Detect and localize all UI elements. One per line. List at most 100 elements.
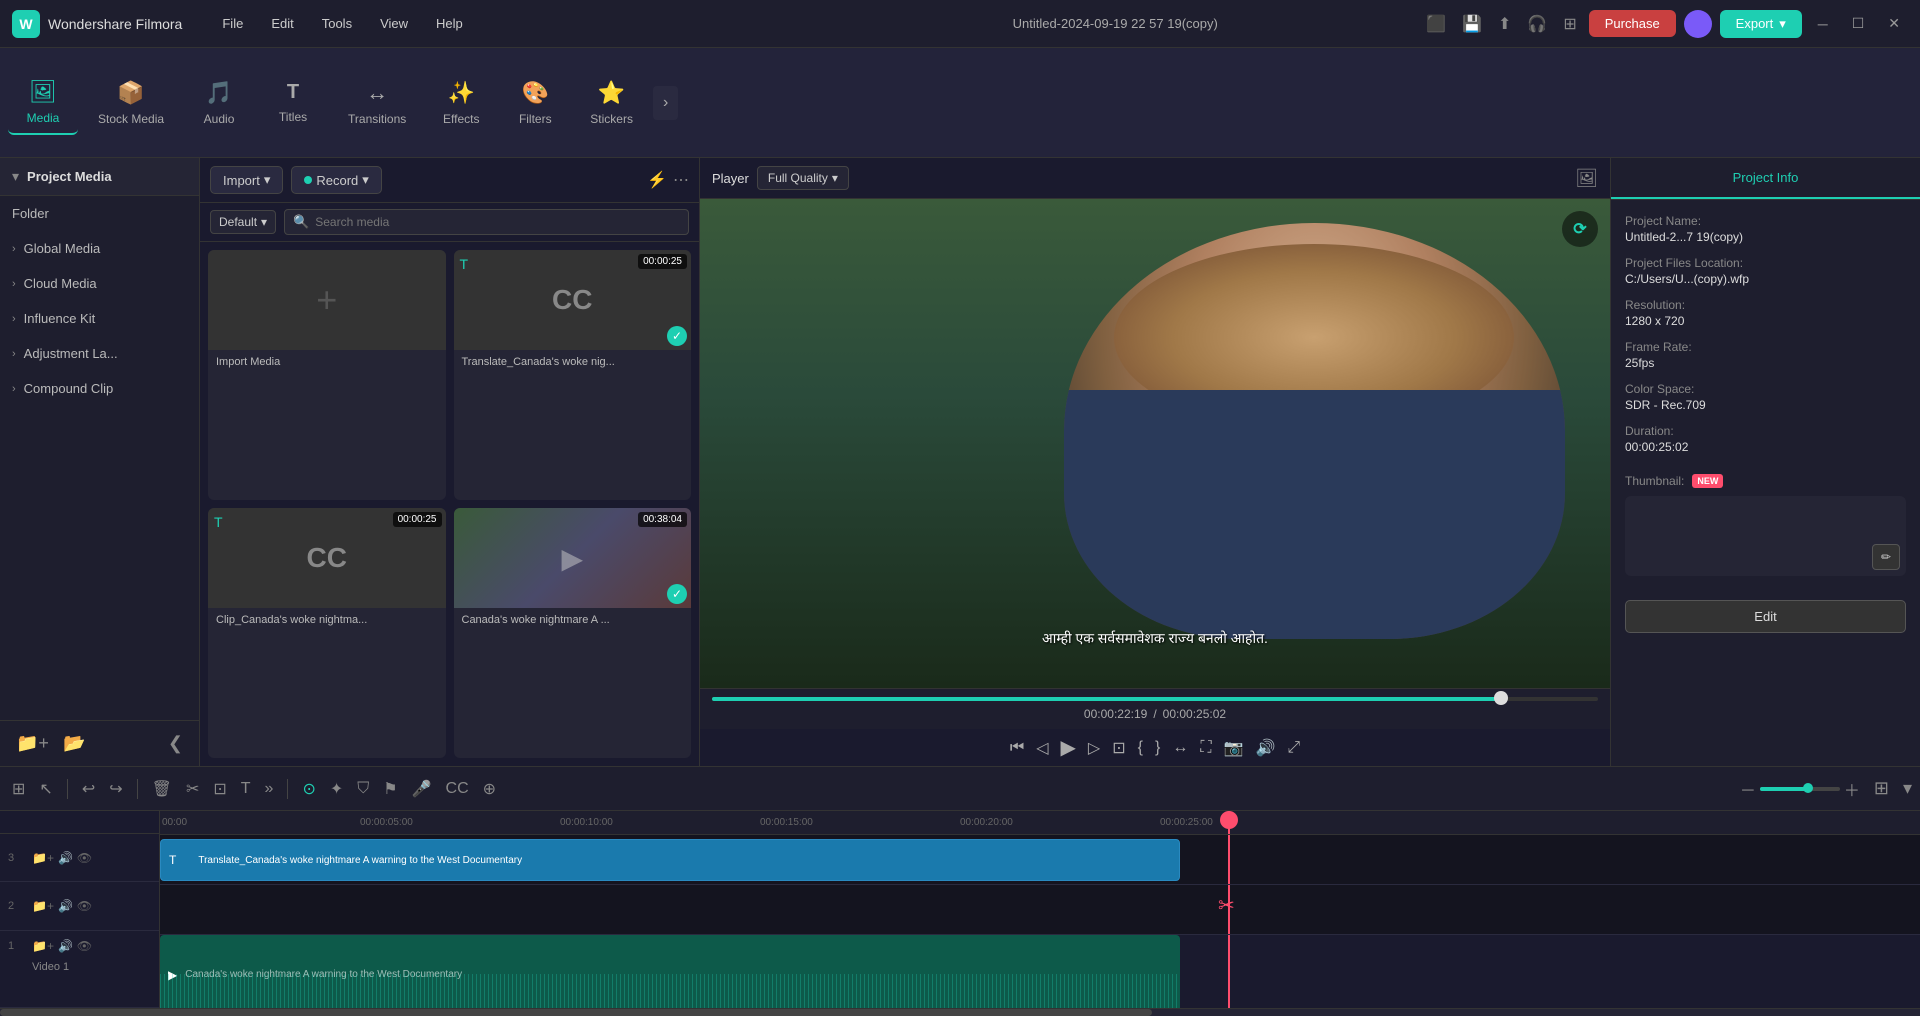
filter-icon[interactable]: ⚡ xyxy=(647,170,667,190)
track-visibility-button-1[interactable]: 👁 xyxy=(77,939,92,953)
track-volume-button-2[interactable]: 🔊 xyxy=(58,899,73,913)
new-folder-button[interactable]: 📂 xyxy=(59,729,89,758)
cut-button[interactable]: ✂ xyxy=(182,775,203,803)
video-clip[interactable]: ▶ Canada's woke nightmare A warning to t… xyxy=(160,935,1180,1008)
headphones-icon[interactable]: 🎧 xyxy=(1523,10,1551,38)
minimize-button[interactable]: ─ xyxy=(1810,12,1836,36)
undo-button[interactable]: ↩ xyxy=(78,775,99,803)
sidebar-item-adjustment[interactable]: › Adjustment La... xyxy=(0,336,199,371)
user-avatar[interactable] xyxy=(1684,10,1712,38)
tab-project-info[interactable]: Project Info xyxy=(1611,158,1920,199)
rewind-button[interactable]: ⏮ xyxy=(1010,739,1024,757)
save-project-icon[interactable]: 💾 xyxy=(1458,10,1486,38)
thumbnail-edit-button[interactable]: ✏ xyxy=(1872,544,1900,570)
sidebar-item-cloud-media[interactable]: › Cloud Media xyxy=(0,266,199,301)
toolbar-stock-media[interactable]: 📦 Stock Media xyxy=(82,72,180,134)
quality-select[interactable]: Full Quality ▾ xyxy=(757,166,849,190)
sidebar-item-folder[interactable]: Folder xyxy=(0,196,199,231)
track-visibility-button-2[interactable]: 👁 xyxy=(77,899,92,913)
toolbar-audio[interactable]: 🎵 Audio xyxy=(184,72,254,134)
green-screen-button[interactable]: ⊙ xyxy=(298,775,319,803)
toolbar-stickers[interactable]: ⭐ Stickers xyxy=(574,72,649,134)
sidebar-item-influence-kit[interactable]: › Influence Kit xyxy=(0,301,199,336)
play-pause-button[interactable]: ▶ xyxy=(1061,735,1076,760)
stickers-icon: ⭐ xyxy=(598,80,625,106)
motion-blend-button[interactable]: ✦ xyxy=(326,775,347,803)
menu-tools[interactable]: Tools xyxy=(310,12,364,35)
grid-apps-icon[interactable]: ⊞ xyxy=(1559,10,1580,38)
add-folder-button[interactable]: 📁+ xyxy=(12,729,53,758)
track-add-button-1[interactable]: 📁+ xyxy=(32,939,54,953)
menu-edit[interactable]: Edit xyxy=(259,12,305,35)
mic-button[interactable]: 🎤 xyxy=(408,775,436,803)
export-button[interactable]: Export ▾ xyxy=(1720,10,1802,38)
track-volume-button-1[interactable]: 🔊 xyxy=(58,939,73,953)
list-item[interactable]: 00:00:25 T CC Clip_Canada's woke nightma… xyxy=(208,508,446,758)
maximize-button[interactable]: ☐ xyxy=(1844,11,1873,36)
merge-button[interactable]: ⊕ xyxy=(479,775,500,803)
text-button[interactable]: T xyxy=(237,776,255,802)
captions-button[interactable]: CC xyxy=(442,776,473,802)
zoom-in-button[interactable]: ＋ xyxy=(1844,777,1860,801)
menu-view[interactable]: View xyxy=(368,12,420,35)
mark-out-button[interactable]: } xyxy=(1155,739,1160,757)
step-forward-button[interactable]: ▷ xyxy=(1088,738,1100,758)
volume-button[interactable]: 🔊 xyxy=(1255,738,1275,758)
sort-select[interactable]: Default ▾ xyxy=(210,210,276,234)
snapshot-button[interactable]: 📷 xyxy=(1224,738,1244,758)
ripple-edit-button[interactable]: ↔ xyxy=(1172,739,1188,757)
toolbar-media[interactable]: 🖼 Media xyxy=(8,71,78,135)
collapse-arrow-icon[interactable]: ▾ xyxy=(12,168,19,185)
more-tools-button[interactable]: » xyxy=(261,776,278,802)
edit-button[interactable]: Edit xyxy=(1625,600,1906,633)
pointer-button[interactable]: ↖ xyxy=(35,775,56,803)
step-back-button[interactable]: ◁ xyxy=(1036,738,1048,758)
toolbar-titles[interactable]: T Titles xyxy=(258,73,328,132)
record-button[interactable]: Record ▾ xyxy=(291,166,381,194)
more-controls-button[interactable]: ⤢ xyxy=(1287,739,1300,757)
progress-handle[interactable] xyxy=(1494,691,1508,705)
sidebar-item-global-media[interactable]: › Global Media xyxy=(0,231,199,266)
fullscreen-button[interactable]: ⛶ xyxy=(1200,739,1211,757)
upload-icon[interactable]: ⬆ xyxy=(1494,10,1515,38)
list-item[interactable]: 00:00:25 T CC ✓ Translate_Canada's woke … xyxy=(454,250,692,500)
grid-layout-button[interactable]: ⊞ xyxy=(1874,778,1889,799)
toolbar-effects[interactable]: ✨ Effects xyxy=(426,72,496,134)
zoom-handle[interactable] xyxy=(1803,783,1813,793)
import-button[interactable]: Import ▾ xyxy=(210,166,283,194)
more-options-icon[interactable]: ⋯ xyxy=(673,170,689,190)
track-volume-button-3[interactable]: 🔊 xyxy=(58,851,73,865)
screen-record-icon[interactable]: ⬛ xyxy=(1422,10,1450,38)
list-item[interactable]: 00:38:04 ▶ ✓ Canada's woke nightmare A .… xyxy=(454,508,692,758)
progress-bar[interactable] xyxy=(712,697,1598,701)
delete-button[interactable]: 🗑 xyxy=(148,775,176,803)
marker-button[interactable]: ⚑ xyxy=(379,775,401,803)
redo-button[interactable]: ↪ xyxy=(105,775,126,803)
mark-in-button[interactable]: { xyxy=(1138,739,1143,757)
toolbar-transitions[interactable]: ↔ Transitions xyxy=(332,72,422,134)
search-input[interactable] xyxy=(315,215,680,229)
timeline-scrollbar[interactable] xyxy=(0,1008,1920,1016)
menu-help[interactable]: Help xyxy=(424,12,475,35)
gallery-view-button[interactable]: 🖼 xyxy=(1575,168,1598,189)
grid-options-button[interactable]: ▾ xyxy=(1903,778,1912,799)
toolbar-filters[interactable]: 🎨 Filters xyxy=(500,72,570,134)
track-add-button-2[interactable]: 📁+ xyxy=(32,899,54,913)
track-add-button-3[interactable]: 📁+ xyxy=(32,851,54,865)
mask-button[interactable]: ⛉ xyxy=(353,776,373,802)
zoom-out-button[interactable]: － xyxy=(1740,777,1756,801)
scrollbar-thumb[interactable] xyxy=(0,1009,1152,1016)
track-clip-caption[interactable]: T Translate_Canada's woke nightmare A wa… xyxy=(160,839,1180,881)
fit-button[interactable]: ⊡ xyxy=(1112,738,1125,758)
group-select-button[interactable]: ⊞ xyxy=(8,775,29,803)
crop-button[interactable]: ⊡ xyxy=(209,775,230,803)
zoom-bar[interactable] xyxy=(1760,787,1840,791)
track-visibility-button-3[interactable]: 👁 xyxy=(77,851,92,865)
collapse-panel-button[interactable]: ❮ xyxy=(164,729,187,758)
close-button[interactable]: ✕ xyxy=(1880,11,1908,36)
menu-file[interactable]: File xyxy=(210,12,255,35)
toolbar-more-button[interactable]: › xyxy=(653,86,678,120)
sidebar-item-compound-clip[interactable]: › Compound Clip xyxy=(0,371,199,406)
list-item[interactable]: + Import Media xyxy=(208,250,446,500)
purchase-button[interactable]: Purchase xyxy=(1589,10,1676,37)
